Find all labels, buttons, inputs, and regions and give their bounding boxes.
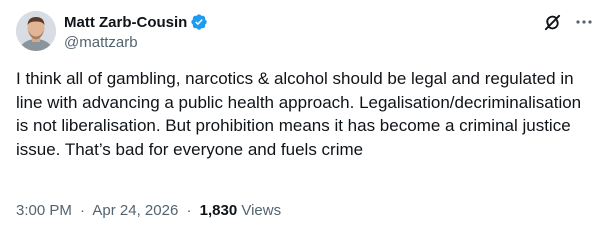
tweet-top-actions bbox=[541, 11, 595, 33]
verified-badge-icon[interactable] bbox=[190, 13, 208, 31]
views-label: Views bbox=[241, 202, 282, 219]
tweet-date[interactable]: Apr 24, 2026 bbox=[92, 202, 178, 219]
tweet-card: Matt Zarb-Cousin @mattzarb I think all o… bbox=[0, 0, 613, 241]
avatar[interactable] bbox=[16, 11, 56, 51]
views-count: 1,830 bbox=[199, 202, 238, 219]
name-row: Matt Zarb-Cousin bbox=[64, 12, 208, 32]
meta-separator: · bbox=[186, 202, 192, 219]
tweet-time[interactable]: 3:00 PM bbox=[16, 202, 72, 219]
meta-separator: · bbox=[80, 202, 86, 219]
tweet-text: I think all of gambling, narcotics & alc… bbox=[16, 69, 582, 159]
author-info: Matt Zarb-Cousin @mattzarb bbox=[64, 12, 208, 54]
author-handle[interactable]: @mattzarb bbox=[64, 34, 208, 54]
tweet-meta: 3:00 PM · Apr 24, 2026 · 1,830 Views bbox=[16, 202, 281, 219]
grok-icon[interactable] bbox=[541, 11, 563, 33]
more-options-icon[interactable] bbox=[573, 11, 595, 33]
author-display-name[interactable]: Matt Zarb-Cousin bbox=[64, 14, 187, 31]
